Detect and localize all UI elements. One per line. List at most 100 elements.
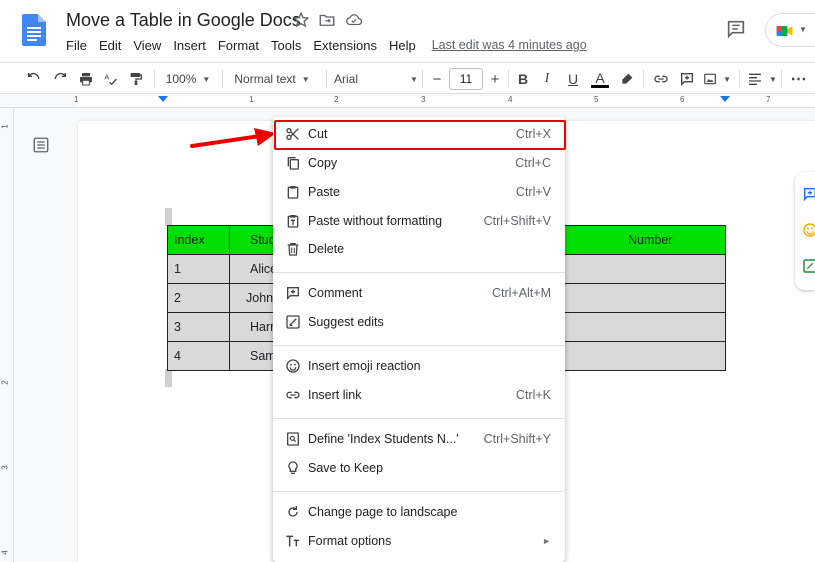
toolbar-divider bbox=[643, 70, 644, 88]
docs-logo-icon[interactable] bbox=[22, 14, 46, 46]
add-comment-icon[interactable] bbox=[802, 186, 815, 202]
menu-item-copy[interactable]: Copy Ctrl+C bbox=[273, 151, 565, 175]
menu-format[interactable]: Format bbox=[212, 38, 265, 53]
add-comment-icon bbox=[681, 73, 693, 86]
trash-icon bbox=[287, 243, 299, 256]
horizontal-ruler: 1 1 2 3 4 5 6 7 bbox=[0, 94, 815, 108]
menu-item-shortcut: Ctrl+Shift+Y bbox=[483, 432, 551, 446]
menu-item-insert-emoji-reaction[interactable]: Insert emoji reaction bbox=[273, 354, 565, 378]
meet-button[interactable]: ▼ bbox=[765, 13, 815, 47]
paint-format-button[interactable] bbox=[126, 69, 146, 89]
paragraph-style-value: Normal text bbox=[234, 72, 296, 86]
rotate-icon bbox=[288, 506, 298, 517]
table-cell[interactable]: 4 bbox=[167, 341, 230, 371]
menu-item-shortcut: Ctrl+K bbox=[515, 388, 551, 402]
table-cell[interactable]: 2 bbox=[167, 283, 230, 313]
menu-divider bbox=[273, 491, 565, 492]
redo-icon bbox=[54, 72, 66, 80]
menu-extensions[interactable]: Extensions bbox=[307, 38, 383, 53]
table-cell[interactable]: Index bbox=[167, 225, 230, 255]
suggest-edit-icon[interactable] bbox=[802, 258, 815, 274]
menu-edit[interactable]: Edit bbox=[93, 38, 127, 53]
font-family-select[interactable]: Arial ▼ bbox=[334, 69, 420, 89]
menu-item-insert-link[interactable]: Insert link Ctrl+K bbox=[273, 383, 565, 407]
table-cell[interactable]: 1 bbox=[167, 254, 230, 284]
image-icon bbox=[704, 73, 716, 85]
menu-item-shortcut: Ctrl+V bbox=[515, 185, 551, 199]
document-title[interactable]: Move a Table in Google Docs bbox=[66, 10, 301, 31]
copy-icon bbox=[287, 157, 299, 170]
menu-file[interactable]: File bbox=[60, 38, 93, 53]
menu-help[interactable]: Help bbox=[383, 38, 422, 53]
menu-item-paste-without-formatting[interactable]: Paste without formatting Ctrl+Shift+V bbox=[273, 209, 565, 233]
menu-item-shortcut: Ctrl+C bbox=[515, 156, 551, 170]
text-color-button[interactable]: A bbox=[590, 69, 610, 89]
table-drag-handle-bottom[interactable] bbox=[165, 369, 172, 387]
menu-item-label: Paste bbox=[308, 185, 340, 199]
left-indent-marker[interactable] bbox=[158, 96, 168, 102]
cloud-saved-icon[interactable] bbox=[345, 11, 363, 29]
highlighter-icon bbox=[622, 73, 633, 84]
align-button[interactable]: ▼ bbox=[747, 69, 777, 89]
floating-side-panel bbox=[795, 172, 815, 290]
undo-button[interactable] bbox=[24, 69, 44, 89]
menu-item-paste[interactable]: Paste Ctrl+V bbox=[273, 180, 565, 204]
menu-divider bbox=[273, 345, 565, 346]
last-edit-link[interactable]: Last edit was 4 minutes ago bbox=[432, 38, 587, 52]
zoom-select[interactable]: 100% ▼ bbox=[160, 69, 216, 89]
redo-button[interactable] bbox=[50, 69, 70, 89]
decrease-font-size-button[interactable]: − bbox=[428, 69, 446, 89]
menu-tools[interactable]: Tools bbox=[265, 38, 307, 53]
insert-image-button[interactable]: ▼ bbox=[703, 69, 731, 89]
spellcheck-button[interactable]: A bbox=[101, 69, 121, 89]
menu-item-label: Format options bbox=[308, 534, 392, 548]
table-drag-handle-top[interactable] bbox=[165, 208, 172, 226]
menu-item-suggest-edits[interactable]: Suggest edits bbox=[273, 310, 565, 334]
menu-item-label: Delete bbox=[308, 242, 345, 256]
toolbar-divider bbox=[222, 70, 223, 88]
link-icon bbox=[286, 391, 300, 399]
meet-caret-icon: ▼ bbox=[799, 25, 807, 34]
font-family-value: Arial bbox=[334, 72, 359, 86]
comment-history-icon[interactable] bbox=[725, 18, 747, 40]
clipboard-icon bbox=[287, 186, 299, 199]
ruler-number: 4 bbox=[508, 95, 513, 104]
table-cell[interactable]: 3 bbox=[167, 312, 230, 342]
increase-font-size-button[interactable]: + bbox=[486, 69, 504, 89]
menu-divider bbox=[273, 418, 565, 419]
right-indent-marker[interactable] bbox=[720, 96, 730, 102]
ruler-number: 3 bbox=[421, 95, 426, 104]
menu-insert[interactable]: Insert bbox=[167, 38, 212, 53]
menu-item-label: Change page to landscape bbox=[308, 505, 458, 519]
context-menu: Cut Ctrl+X Copy Ctrl+C Paste Ctrl+V Past… bbox=[273, 117, 565, 562]
bold-button[interactable]: B bbox=[514, 69, 532, 89]
menu-item-define[interactable]: Define 'Index Students N...' Ctrl+Shift+… bbox=[273, 427, 565, 451]
menu-item-shortcut: Ctrl+Alt+M bbox=[491, 286, 551, 300]
star-icon[interactable] bbox=[292, 11, 310, 29]
move-folder-icon[interactable] bbox=[318, 11, 336, 29]
print-button[interactable] bbox=[76, 69, 96, 89]
font-size-input[interactable]: 11 bbox=[449, 68, 483, 90]
add-comment-button[interactable] bbox=[677, 69, 697, 89]
ruler-number: 5 bbox=[594, 95, 599, 104]
highlight-button[interactable] bbox=[617, 69, 637, 89]
emoji-icon[interactable] bbox=[802, 222, 815, 238]
chevron-down-icon: ▼ bbox=[301, 74, 310, 84]
app-header: Move a Table in Google Docs File Edit Vi… bbox=[0, 0, 815, 62]
menu-item-comment[interactable]: Comment Ctrl+Alt+M bbox=[273, 281, 565, 305]
more-options-button[interactable]: ⋯ bbox=[789, 69, 809, 89]
menu-item-shortcut: Ctrl+Shift+V bbox=[483, 214, 551, 228]
menu-item-save-to-keep[interactable]: Save to Keep bbox=[273, 456, 565, 480]
menu-item-format-options[interactable]: Format options ► bbox=[273, 529, 565, 553]
italic-button[interactable]: I bbox=[538, 69, 556, 89]
menu-view[interactable]: View bbox=[127, 38, 167, 53]
menu-item-label: Save to Keep bbox=[308, 461, 384, 475]
zoom-value: 100% bbox=[165, 72, 197, 86]
menu-item-delete[interactable]: Delete bbox=[273, 237, 565, 261]
insert-link-button[interactable] bbox=[651, 69, 671, 89]
menu-item-change-page-to-landscape[interactable]: Change page to landscape bbox=[273, 500, 565, 524]
ruler-track bbox=[78, 96, 815, 106]
paragraph-style-select[interactable]: Normal text ▼ bbox=[228, 69, 316, 89]
underline-button[interactable]: U bbox=[564, 69, 582, 89]
document-outline-icon[interactable] bbox=[32, 136, 50, 154]
